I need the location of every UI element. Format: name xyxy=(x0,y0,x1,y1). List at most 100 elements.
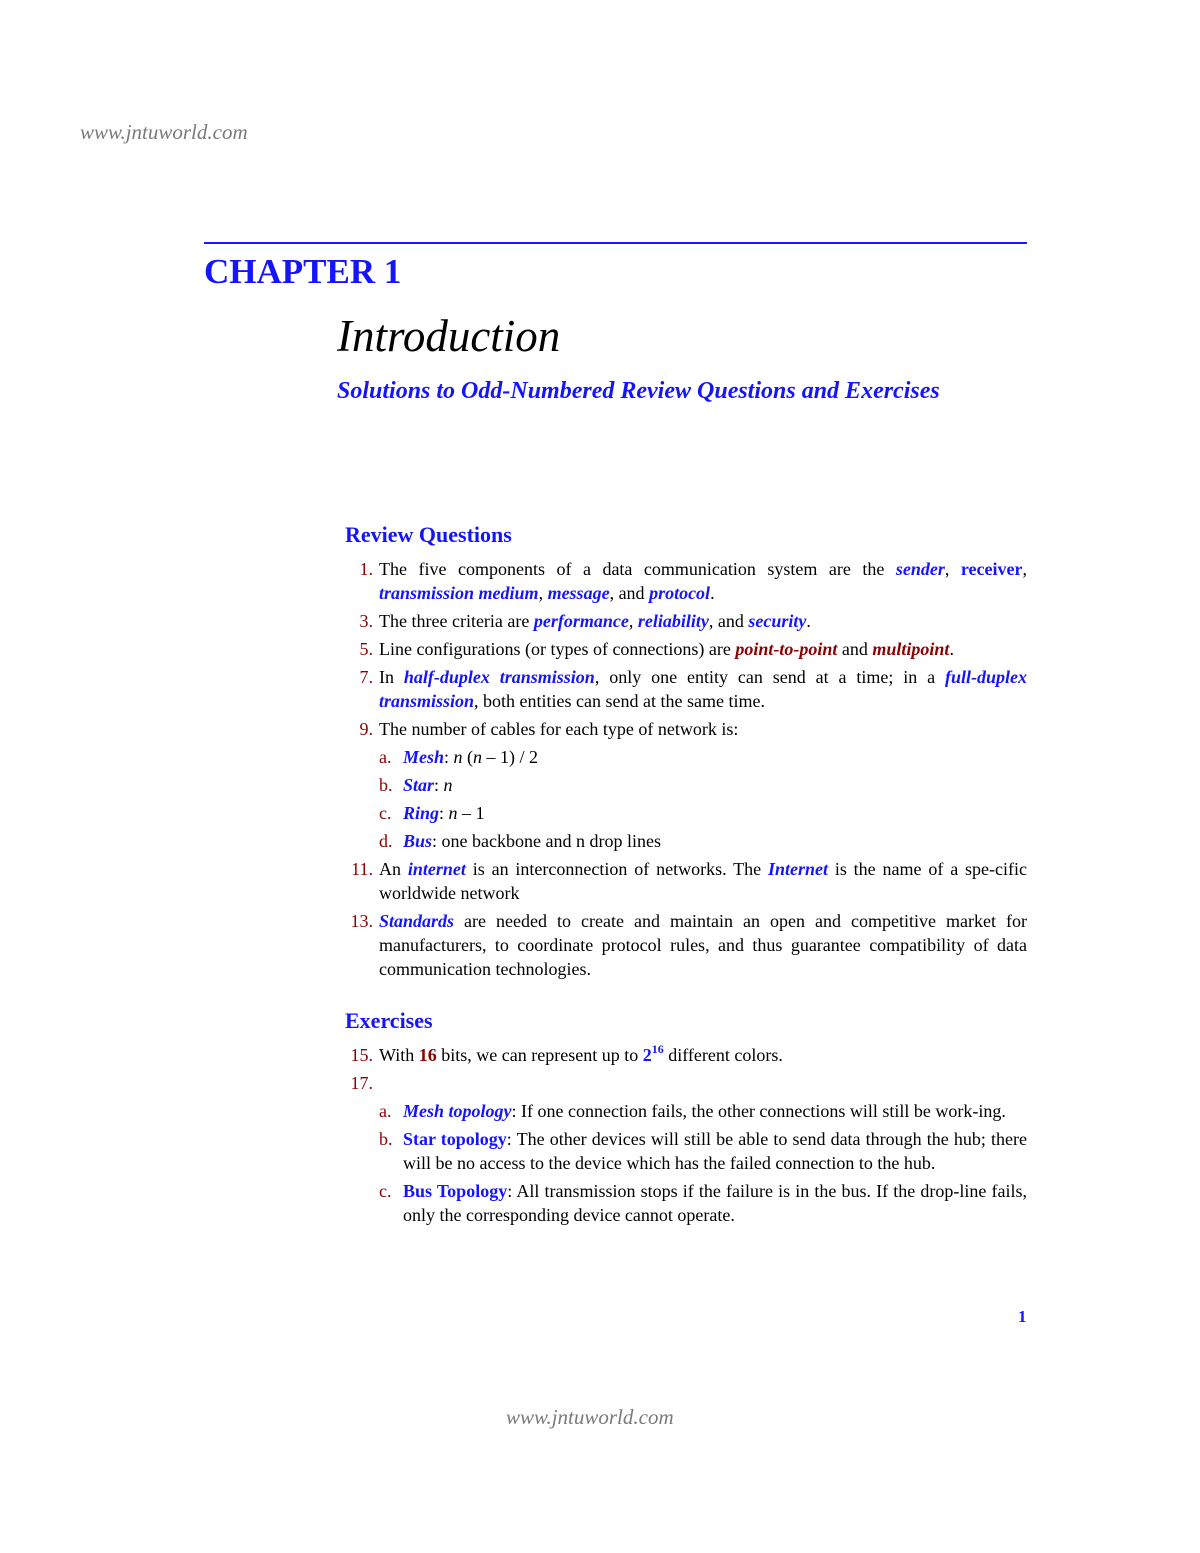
text-run: ( xyxy=(462,747,474,767)
emphasis-term: multipoint xyxy=(872,639,950,659)
page-title: Introduction xyxy=(337,311,561,361)
list-item: 1. The five components of a data communic… xyxy=(345,557,1028,605)
list-item: 13. Standards are needed to create and ma… xyxy=(345,909,1028,981)
text-run: : xyxy=(439,803,449,823)
emphasis-term: Star topology xyxy=(403,1129,507,1149)
item-text: The five components of a data communicat… xyxy=(379,559,1027,603)
emphasis-term: Star xyxy=(403,775,435,795)
sub-item: d. Bus: one backbone and n drop lines xyxy=(345,829,1027,853)
emphasis-term: receiver xyxy=(960,559,1023,579)
text-run: bits, we can represent up to xyxy=(436,1045,643,1065)
text-run: . xyxy=(710,583,715,603)
text-run: – 1) / 2 xyxy=(482,747,539,767)
emphasis-term: Internet xyxy=(767,859,828,879)
sub-item: b. Star topology: The other devices will … xyxy=(345,1127,1027,1175)
text-run: . xyxy=(806,611,811,631)
sub-item: c. Bus Topology: All transmission stops i… xyxy=(345,1179,1027,1227)
item-text: Standards are needed to create and maint… xyxy=(379,911,1027,979)
watermark-bottom: www.jntuworld.com xyxy=(506,1405,674,1429)
sub-item-letter: c. xyxy=(379,1181,392,1201)
page-subtitle: Solutions to Odd-Numbered Review Questio… xyxy=(337,378,940,404)
list-item: 17. xyxy=(345,1071,1027,1095)
item-number: 9. xyxy=(359,719,374,739)
sub-item-letter: b. xyxy=(379,775,393,795)
emphasis-term: 16 xyxy=(418,1045,437,1065)
emphasis-term: n xyxy=(473,747,483,767)
emphasis-term: n xyxy=(443,775,453,795)
item-number: 7. xyxy=(359,667,374,687)
emphasis-term: 2 xyxy=(642,1045,652,1065)
text-run: In xyxy=(379,667,404,687)
emphasis-term: Mesh xyxy=(403,747,445,767)
sub-item-text: Mesh topology: If one connection fails, … xyxy=(403,1101,1006,1121)
item-number: 17. xyxy=(350,1073,374,1093)
sub-item-text: Star: n xyxy=(403,775,453,795)
emphasis-term: Mesh topology xyxy=(403,1101,512,1121)
emphasis-term: performance xyxy=(533,611,629,631)
text-run: – 1 xyxy=(457,803,485,823)
emphasis-term: security xyxy=(748,611,807,631)
text-run: different colors. xyxy=(663,1045,783,1065)
text-run: The three criteria are xyxy=(379,611,534,631)
list-item: 11. An internet is an interconnection of … xyxy=(345,857,1027,905)
emphasis-term: protocol xyxy=(649,583,711,603)
emphasis-term: transmission medium xyxy=(379,583,539,603)
sub-item-letter: a. xyxy=(379,747,392,767)
emphasis-term: sender xyxy=(895,559,945,579)
text-run: An xyxy=(379,859,408,879)
item-number: 5. xyxy=(359,639,374,659)
text-run: With xyxy=(379,1045,419,1065)
item-number: 15. xyxy=(350,1045,374,1065)
review-questions-heading: Review Questions xyxy=(345,522,512,547)
emphasis-term: half-duplex transmission xyxy=(403,667,595,687)
text-run: Line configurations (or types of connect… xyxy=(379,639,736,659)
text-run: The five components of a data communicat… xyxy=(379,559,896,579)
emphasis-term: n xyxy=(453,747,463,767)
emphasis-term: Bus xyxy=(403,831,433,851)
item-text xyxy=(379,1073,384,1093)
text-run: , xyxy=(944,559,961,579)
item-text: The number of cables for each type of ne… xyxy=(379,719,738,739)
emphasis-term: Ring xyxy=(403,803,440,823)
page-number: 1 xyxy=(1018,1307,1027,1326)
sub-item: a. Mesh topology: If one connection fails… xyxy=(345,1099,1027,1123)
item-text: Line configurations (or types of connect… xyxy=(379,639,954,659)
text-run: are needed to create and maintain an ope… xyxy=(379,911,1027,979)
item-number: 11. xyxy=(351,859,373,879)
exercises-list: 15. With 16 bits, we can represent up to … xyxy=(345,1043,1028,1231)
text-run: , xyxy=(1022,559,1028,579)
item-number: 1. xyxy=(359,559,374,579)
sub-item: a. Mesh: n (n – 1) / 2 xyxy=(345,745,1027,769)
item-text: The three criteria are performance, reli… xyxy=(379,611,811,631)
text-run: , both entities can send at the same tim… xyxy=(474,691,765,711)
text-run: , xyxy=(538,583,548,603)
text-run: , and xyxy=(609,583,650,603)
sub-item-text: Ring: n – 1 xyxy=(403,803,485,823)
text-run: : xyxy=(434,775,444,795)
text-run: is an interconnection of networks. The xyxy=(465,859,768,879)
emphasis-term: internet xyxy=(407,859,466,879)
emphasis-term: 16 xyxy=(651,1042,664,1056)
item-number: 3. xyxy=(359,611,374,631)
sub-item: c. Ring: n – 1 xyxy=(345,801,1027,825)
sub-item-letter: a. xyxy=(379,1101,392,1121)
list-item: 15. With 16 bits, we can represent up to … xyxy=(345,1043,1027,1067)
sub-item: b. Star: n xyxy=(345,773,1027,797)
text-run: The number of cables for each type of ne… xyxy=(379,719,739,739)
emphasis-term: Bus Topology xyxy=(403,1181,508,1201)
item-text: An internet is an interconnection of net… xyxy=(379,859,1027,903)
item-text: With 16 bits, we can represent up to 216… xyxy=(379,1042,783,1065)
list-item: 3. The three criteria are performance, re… xyxy=(345,609,1027,633)
item-text: In half-duplex transmission, only one en… xyxy=(379,667,1027,711)
emphasis-term: Standards xyxy=(379,911,455,931)
text-run: : one backbone and n drop lines xyxy=(432,831,661,851)
list-item: 9. The number of cables for each type of … xyxy=(345,717,1027,741)
emphasis-term: message xyxy=(547,583,610,603)
sub-item-text: Bus: one backbone and n drop lines xyxy=(403,831,661,851)
text-run: , xyxy=(628,611,638,631)
sub-item-letter: b. xyxy=(379,1129,393,1149)
text-run: . xyxy=(949,639,954,659)
list-item: 7. In half-duplex transmission, only one … xyxy=(345,665,1028,713)
emphasis-term: point-to-point xyxy=(735,639,838,659)
sub-item-text: Bus Topology: All transmission stops if … xyxy=(403,1181,1027,1225)
